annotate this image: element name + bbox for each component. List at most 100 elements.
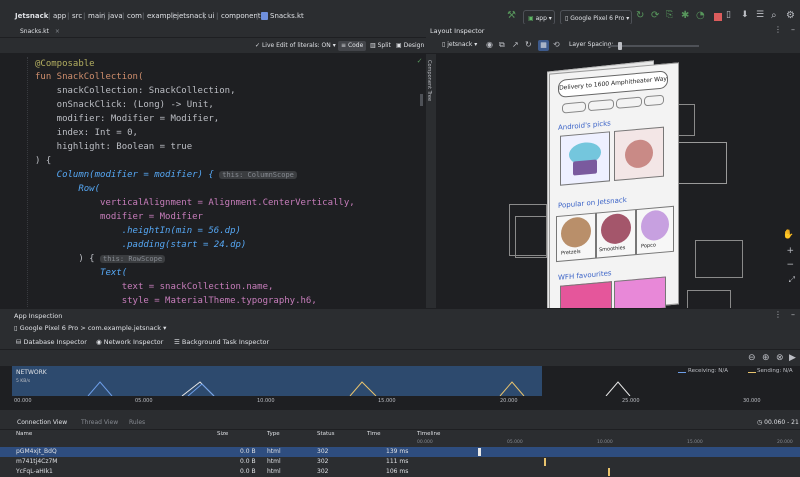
snack-card-2[interactable] — [614, 126, 664, 181]
breadcrumb-com[interactable]: com — [127, 12, 142, 20]
tab-network-inspector-label: Network Inspector — [103, 338, 164, 346]
live-edit-toggle[interactable]: ✓ Live Edit of literals: ON ▾ — [252, 41, 339, 51]
layer-wire-3[interactable] — [515, 216, 547, 258]
table-row[interactable]: YcFqL-aHIk1 0.0 B html 302 106 ms — [0, 467, 800, 477]
search-icon[interactable]: ⌕ — [771, 10, 785, 24]
apply-code-changes-icon[interactable]: ⎘ — [666, 10, 680, 24]
reset-zoom-icon[interactable]: ⊗ — [776, 353, 784, 363]
debug-icon[interactable]: ✱ — [681, 10, 695, 24]
col-name[interactable]: Name — [16, 431, 32, 437]
go-live-icon[interactable]: ▶ — [789, 353, 796, 363]
timeline-tick-2: 10.000 — [597, 440, 613, 445]
app-inspection-more-icon[interactable]: ⋮ — [774, 310, 782, 319]
app-inspection-minimize-icon[interactable]: – — [791, 310, 795, 319]
time-range-label: 00.060 - 21 — [764, 419, 799, 426]
hammer-icon[interactable]: ⚒ — [507, 10, 521, 24]
reset-view-icon[interactable]: ⟲ — [553, 40, 560, 49]
code-line-5-text: modifier: Modifier = Modifier, — [35, 114, 220, 124]
device-manager-icon[interactable]: ▯ — [726, 10, 740, 24]
snack-card-smoothies[interactable]: Smoothies — [596, 209, 636, 259]
editor-scrollbar[interactable] — [420, 94, 423, 106]
item-label-smoothies: Smoothies — [599, 245, 626, 254]
snack-card-wfh-1[interactable] — [560, 281, 612, 308]
profile-icon[interactable]: ◔ — [696, 10, 710, 24]
row-2-type: html — [267, 458, 281, 465]
col-status[interactable]: Status — [317, 431, 335, 437]
table-row[interactable]: m741tj4Cz7M 0.0 B html 302 111 ms — [0, 457, 800, 467]
snack-card-1[interactable] — [560, 131, 610, 186]
android-icon: ▣ — [528, 15, 534, 22]
table-row[interactable]: pGM4xjt_BdQ 0.0 B html 302 139 ms — [0, 447, 800, 457]
layer-spacing-slider-thumb[interactable] — [617, 42, 622, 50]
layout-3d-viewport[interactable]: Delivery to 1600 Amphitheater Way Androi… — [437, 54, 800, 308]
tab-rules[interactable]: Rules — [126, 416, 148, 430]
axis-tick-4: 20.000 — [500, 398, 518, 404]
zoom-in-icon[interactable]: + — [786, 246, 794, 256]
mode-code-button[interactable]: ≡ Code — [338, 41, 367, 51]
tab-thread-view[interactable]: Thread View — [78, 416, 121, 430]
col-time[interactable]: Time — [367, 431, 380, 437]
sync-icon[interactable]: ☰ — [756, 10, 770, 24]
breadcrumb-jetsnack[interactable]: jetsnack — [177, 12, 206, 20]
connection-view-tabs: Connection View Thread View Rules ◷ 00.0… — [0, 416, 800, 432]
mode-split-button[interactable]: ▥ Split — [367, 41, 394, 51]
breadcrumb-ui[interactable]: ui — [208, 12, 214, 20]
zoom-out-timeline-icon[interactable]: ⊖ — [748, 353, 756, 363]
row-2-size: 0.0 B — [240, 458, 256, 465]
run-config-select[interactable]: ▣ app ▾ — [523, 10, 555, 25]
device-select[interactable]: ▯ Google Pixel 6 Pro ▾ — [560, 10, 632, 25]
pan-icon[interactable]: ✋ — [783, 230, 794, 240]
tab-background-task-inspector[interactable]: ☰ Background Task Inspector — [170, 335, 273, 350]
code-line-6-text: index: Int = 0, — [35, 128, 138, 138]
snack-card-wfh-2[interactable] — [614, 276, 666, 308]
code-line-16: Text( — [35, 267, 127, 280]
sdk-manager-icon[interactable]: ⬇ — [741, 10, 755, 24]
zoom-out-icon[interactable]: − — [786, 260, 794, 270]
minimize-icon[interactable]: – — [791, 25, 795, 34]
axis-tick-6: 30.000 — [743, 398, 761, 404]
breadcrumb-java[interactable]: java — [108, 12, 123, 20]
eye-icon[interactable]: ◉ — [486, 40, 493, 49]
stop-icon[interactable] — [711, 10, 725, 24]
network-time-axis: 00.000 05.000 10.000 15.000 20.000 25.00… — [0, 396, 800, 408]
mode-design-button[interactable]: ▣ Design — [393, 41, 427, 51]
axis-tick-5: 25.000 — [622, 398, 640, 404]
section-title-wfh: WFH favourites — [558, 269, 612, 282]
component-tree-tool-strip[interactable]: Component Tree — [426, 54, 437, 308]
layer-wire-1[interactable] — [677, 142, 727, 184]
code-editor[interactable]: ✓ @Composable fun SnackCollection( snack… — [0, 54, 426, 308]
process-dropdown[interactable]: ▯ Google Pixel 6 Pro > com.example.jetsn… — [14, 324, 166, 332]
fit-screen-icon[interactable]: ⤢ — [789, 275, 795, 285]
more-options-icon[interactable]: ⋮ — [774, 25, 782, 34]
process-select[interactable]: ▯ jetsnack ▾ — [442, 41, 477, 48]
app-screen-layer[interactable]: Delivery to 1600 Amphitheater Way Androi… — [549, 62, 679, 308]
layer-wire-4[interactable] — [695, 240, 743, 278]
layer-spacing-slider[interactable] — [609, 42, 699, 50]
component-tree-label[interactable]: Component Tree — [426, 60, 432, 101]
apply-changes-icon[interactable]: ⟳ — [651, 10, 665, 24]
breadcrumb-app[interactable]: app — [53, 12, 66, 20]
refresh-icon[interactable]: ↻ — [525, 40, 532, 49]
address-bar[interactable]: Delivery to 1600 Amphitheater Way — [558, 70, 668, 98]
snack-card-popcorn[interactable]: Popco — [636, 205, 674, 256]
close-icon[interactable]: × — [55, 28, 60, 35]
snapshot-icon[interactable]: ⧉ — [499, 40, 505, 50]
layer-wire-5[interactable] — [687, 290, 731, 308]
code-line-10: Row( — [35, 183, 100, 196]
snack-card-pretzels[interactable]: Pretzels — [556, 212, 596, 263]
col-size[interactable]: Size — [217, 431, 228, 437]
breadcrumb-file[interactable]: Snacks.kt — [270, 12, 304, 20]
breadcrumb-src[interactable]: src — [72, 12, 82, 20]
tab-database-inspector[interactable]: ⛁ Database Inspector — [12, 335, 91, 350]
zoom-in-timeline-icon[interactable]: ⊕ — [762, 353, 770, 363]
settings-gear-icon[interactable]: ⚙ — [786, 10, 800, 24]
row-2-name: m741tj4Cz7M — [16, 458, 58, 465]
3d-mode-icon[interactable]: ▦ — [538, 40, 549, 51]
col-timeline[interactable]: Timeline — [417, 431, 440, 437]
col-type[interactable]: Type — [267, 431, 280, 437]
export-icon[interactable]: ↗ — [512, 40, 519, 49]
rerun-icon[interactable]: ↻ — [636, 10, 650, 24]
breadcrumb-project[interactable]: Jetsnack — [15, 12, 48, 20]
axis-tick-0: 00.000 — [14, 398, 32, 404]
app-inspection-title: App Inspection — [14, 312, 63, 320]
